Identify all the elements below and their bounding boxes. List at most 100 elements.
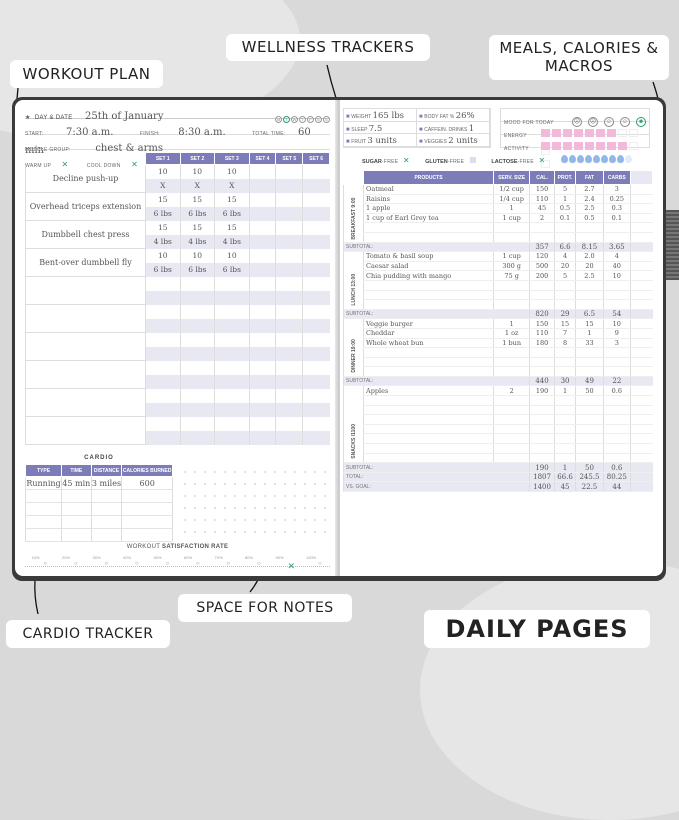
- weight-cell[interactable]: [214, 318, 250, 333]
- food-cell[interactable]: 1 cup of Earl Grey tea: [363, 213, 494, 224]
- food-cell[interactable]: [575, 290, 604, 301]
- subtotal-row-value[interactable]: 440: [529, 376, 555, 387]
- food-cell[interactable]: [492, 453, 530, 464]
- food-cell[interactable]: 5: [553, 184, 576, 195]
- start-field[interactable]: 7:30 a.m.: [66, 127, 113, 138]
- weight-cell[interactable]: [275, 262, 303, 277]
- total-row-value[interactable]: 80.25: [602, 472, 631, 483]
- reps-cell[interactable]: [179, 332, 215, 347]
- water-drop-icon[interactable]: [576, 155, 584, 163]
- subtotal-row-value[interactable]: 6.5: [575, 309, 604, 320]
- weight-cell[interactable]: [302, 374, 330, 389]
- weight-cell[interactable]: [302, 290, 330, 305]
- food-cell[interactable]: Caesar salad: [363, 261, 494, 272]
- food-cell[interactable]: [363, 453, 494, 464]
- food-cell[interactable]: [575, 443, 604, 454]
- cardio-cell[interactable]: Running: [25, 476, 62, 490]
- weight-cell[interactable]: X: [145, 178, 181, 193]
- subtotal-row-value[interactable]: 50: [575, 462, 604, 473]
- food-cell[interactable]: 1/4 cup: [492, 194, 530, 205]
- food-cell[interactable]: [575, 433, 604, 445]
- satisfaction-circle[interactable]: ○: [166, 561, 170, 567]
- satisfaction-circle[interactable]: ○: [257, 561, 261, 567]
- reps-cell[interactable]: [302, 304, 330, 319]
- food-cell[interactable]: 2.7: [575, 184, 604, 195]
- satisfaction-circle[interactable]: ○: [44, 561, 48, 567]
- food-cell[interactable]: [529, 424, 555, 435]
- weight-cell[interactable]: [275, 234, 303, 249]
- reps-cell[interactable]: [145, 332, 181, 347]
- activity-square[interactable]: [629, 142, 638, 150]
- food-cell[interactable]: 1: [575, 328, 604, 339]
- satisfaction-scale[interactable]: 10% ○ 20% ○ 30% ○ 40% ○ 50% ○ 60% ○ 70% ○ 80% ○ 90% ✕ 100%…: [25, 555, 330, 571]
- food-cell[interactable]: [529, 405, 555, 416]
- weight-cell[interactable]: 6 lbs: [214, 206, 250, 221]
- food-cell[interactable]: [363, 414, 494, 425]
- weight-cell[interactable]: [145, 402, 181, 417]
- food-cell[interactable]: [363, 280, 494, 291]
- food-cell[interactable]: 2.5: [575, 270, 604, 281]
- activity-square[interactable]: [552, 142, 561, 150]
- reps-cell[interactable]: [179, 304, 215, 319]
- reps-cell[interactable]: [302, 192, 330, 207]
- cardio-cell[interactable]: [25, 515, 62, 529]
- subtotal-row-value[interactable]: 190: [529, 462, 555, 473]
- reps-cell[interactable]: [145, 276, 181, 291]
- weight-cell[interactable]: [275, 290, 303, 305]
- food-cell[interactable]: [575, 453, 604, 464]
- food-cell[interactable]: 45: [529, 203, 555, 214]
- weight-cell[interactable]: [248, 262, 276, 277]
- cardio-cell[interactable]: 45 min: [61, 476, 92, 490]
- weight-cell[interactable]: [248, 318, 276, 333]
- cardio-cell[interactable]: [61, 502, 92, 516]
- weight-cell[interactable]: [248, 374, 276, 389]
- satisfaction-circle[interactable]: ○: [135, 561, 139, 567]
- exercise-name[interactable]: [25, 360, 146, 389]
- reps-cell[interactable]: [214, 332, 250, 347]
- food-cell[interactable]: [529, 299, 555, 310]
- cardio-cell[interactable]: [121, 515, 173, 529]
- food-cell[interactable]: [575, 347, 604, 358]
- food-cell[interactable]: [529, 395, 555, 406]
- total-row-value[interactable]: 1807: [529, 472, 555, 483]
- weight-cell[interactable]: [248, 206, 276, 221]
- food-cell[interactable]: 0.6: [602, 385, 631, 397]
- food-cell[interactable]: 20: [575, 261, 604, 272]
- weight-cell[interactable]: [214, 374, 250, 389]
- food-cell[interactable]: [575, 357, 604, 368]
- food-cell[interactable]: 7: [553, 328, 576, 339]
- food-cell[interactable]: [363, 433, 494, 445]
- water-drop-icon[interactable]: [624, 155, 632, 163]
- food-cell[interactable]: [553, 232, 576, 243]
- food-cell[interactable]: 1/2 cup: [492, 184, 530, 195]
- total-row-value[interactable]: 245.5: [575, 472, 604, 483]
- reps-cell[interactable]: [248, 248, 276, 263]
- subtotal-row-value[interactable]: 6.6: [553, 242, 576, 253]
- food-cell[interactable]: 150: [529, 184, 555, 195]
- weight-cell[interactable]: [214, 346, 250, 361]
- reps-cell[interactable]: [145, 416, 181, 431]
- activity-square[interactable]: [563, 142, 572, 150]
- food-cell[interactable]: 0.25: [602, 194, 631, 205]
- food-cell[interactable]: 4: [602, 251, 631, 262]
- weight-cell[interactable]: [302, 430, 330, 445]
- satisfaction-selected-mark[interactable]: ✕: [288, 561, 296, 572]
- weight-cell[interactable]: [248, 402, 276, 417]
- weight-cell[interactable]: [248, 178, 276, 193]
- reps-cell[interactable]: [275, 192, 303, 207]
- food-cell[interactable]: [363, 405, 494, 416]
- food-cell[interactable]: [492, 405, 530, 416]
- food-cell[interactable]: 1 cup: [492, 213, 530, 224]
- reps-cell[interactable]: [275, 416, 303, 431]
- food-cell[interactable]: [363, 395, 494, 406]
- reps-cell[interactable]: [179, 388, 215, 403]
- exercise-name[interactable]: [25, 416, 146, 445]
- food-cell[interactable]: 4: [553, 251, 576, 262]
- reps-cell[interactable]: [248, 360, 276, 375]
- food-cell[interactable]: [553, 414, 576, 425]
- food-cell[interactable]: [529, 280, 555, 291]
- food-cell[interactable]: 0.1: [553, 213, 576, 224]
- reps-cell[interactable]: [302, 388, 330, 403]
- weight-cell[interactable]: [275, 206, 303, 221]
- gluten-check[interactable]: [469, 157, 476, 163]
